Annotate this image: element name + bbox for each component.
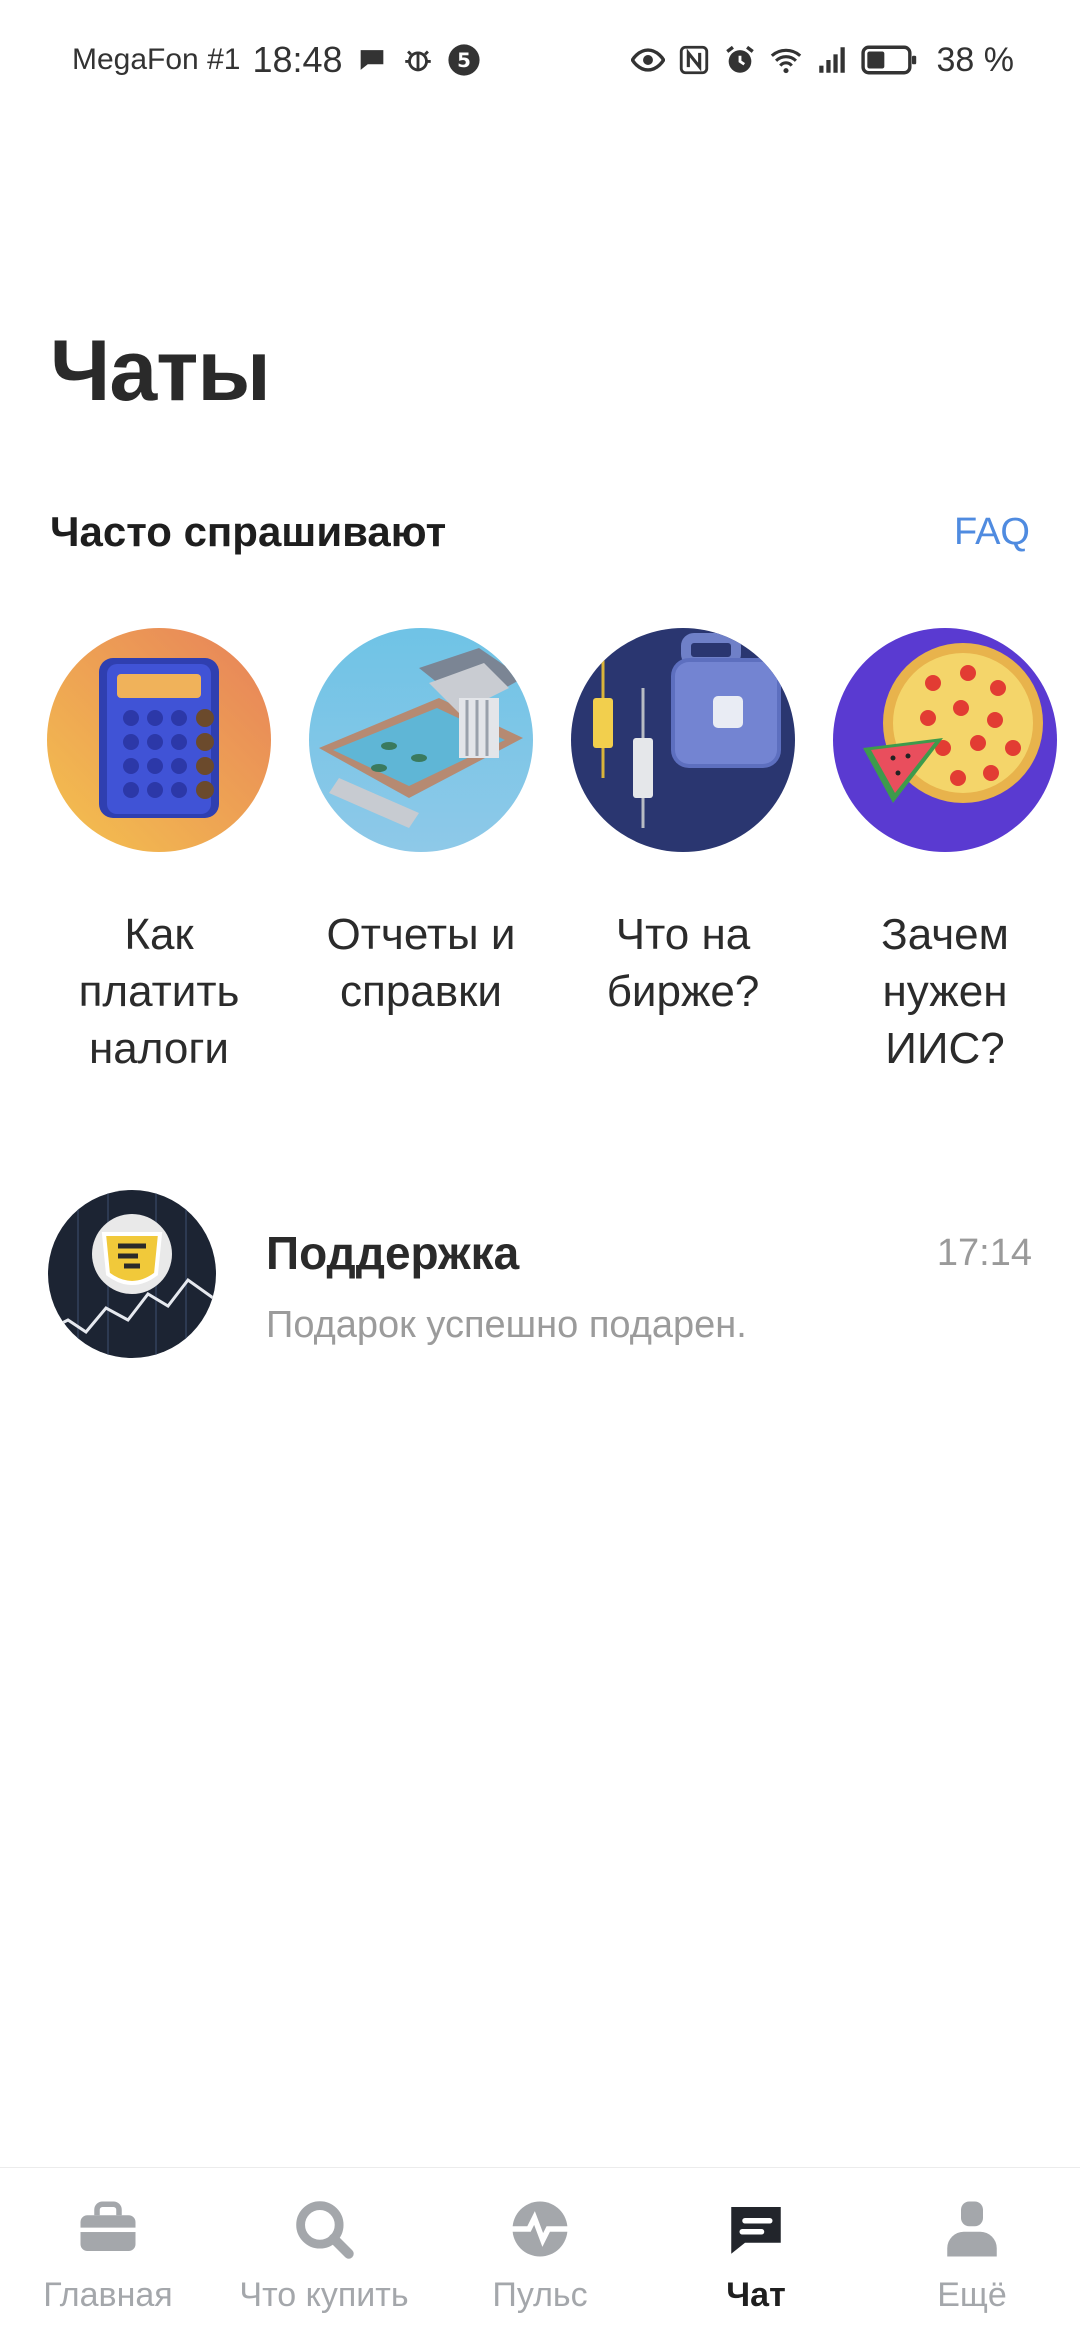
signal-icon (815, 43, 849, 77)
tab-chat[interactable]: Чат (648, 2168, 864, 2340)
status-bar: MegaFon #1 18:48 5 38 % (0, 0, 1080, 120)
battery-icon (860, 43, 919, 77)
tab-more[interactable]: Ещё (864, 2168, 1080, 2340)
story-taxes[interactable]: Как платить налоги (34, 628, 284, 1077)
tab-label: Главная (43, 2276, 173, 2314)
chat-body: Поддержка 17:14 Подарок успешно подарен. (266, 1190, 1032, 1347)
chat-time: 17:14 (936, 1231, 1032, 1274)
tinkoff-logo-icon (48, 1190, 216, 1358)
wifi-icon (769, 43, 803, 77)
chat-item-support[interactable]: Поддержка 17:14 Подарок успешно подарен. (48, 1190, 1032, 1360)
tab-label: Чат (726, 2276, 786, 2314)
story-label: Зачем нужен ИИС? (881, 910, 1009, 1073)
pulse-icon (507, 2196, 573, 2262)
tab-label: Пульс (492, 2276, 588, 2314)
story-reports[interactable]: Отчеты и справки (296, 628, 546, 1020)
eye-icon (630, 43, 665, 77)
profile-icon (939, 2196, 1005, 2262)
tab-home[interactable]: Главная (0, 2168, 216, 2340)
story-iis[interactable]: Зачем нужен ИИС? (820, 628, 1070, 1077)
faq-stories-row: Как платить налоги Отчеты и справки Что … (0, 628, 1080, 1088)
story-label: Что на бирже? (606, 910, 760, 1016)
tab-bar: Главная Что купить Пульс Чат Ещё (0, 2167, 1080, 2340)
search-icon (291, 2196, 357, 2262)
pizza-icon (833, 628, 1057, 852)
badge-icon: 5 (447, 43, 481, 77)
battery-percent: 38 % (936, 40, 1015, 79)
page-title: Чаты (50, 323, 271, 419)
story-label: Отчеты и справки (326, 910, 516, 1016)
tab-label: Что купить (239, 2276, 409, 2314)
story-label: Как платить налоги (78, 910, 240, 1073)
status-bar-right: 38 % (630, 40, 1015, 80)
calculator-icon (47, 628, 271, 852)
building-icon (309, 628, 533, 852)
nfc-icon (677, 43, 711, 77)
carrier-name: MegaFon #1 (72, 43, 241, 76)
clock: 18:48 (252, 39, 343, 80)
chat-header: Поддержка 17:14 (266, 1226, 1032, 1280)
chat-bubble-icon (355, 43, 389, 77)
chat-name: Поддержка (266, 1227, 520, 1279)
tab-label: Ещё (937, 2276, 1007, 2314)
bug-icon (401, 43, 435, 77)
candlestick-briefcase-icon (571, 628, 795, 852)
status-bar-left: MegaFon #1 18:48 5 (72, 39, 481, 81)
faq-section-title: Часто спрашивают (50, 508, 447, 555)
faq-link[interactable]: FAQ (954, 511, 1030, 554)
story-exchange[interactable]: Что на бирже? (558, 628, 808, 1020)
tab-pulse[interactable]: Пульс (432, 2168, 648, 2340)
alarm-icon (723, 43, 757, 77)
briefcase-icon (75, 2196, 141, 2262)
tab-what-to-buy[interactable]: Что купить (216, 2168, 432, 2340)
notification-count: 5 (457, 49, 471, 72)
faq-section-header: Часто спрашивают FAQ (50, 508, 1030, 556)
chat-preview: Подарок успешно подарен. (266, 1304, 747, 1346)
chat-icon (723, 2196, 789, 2262)
